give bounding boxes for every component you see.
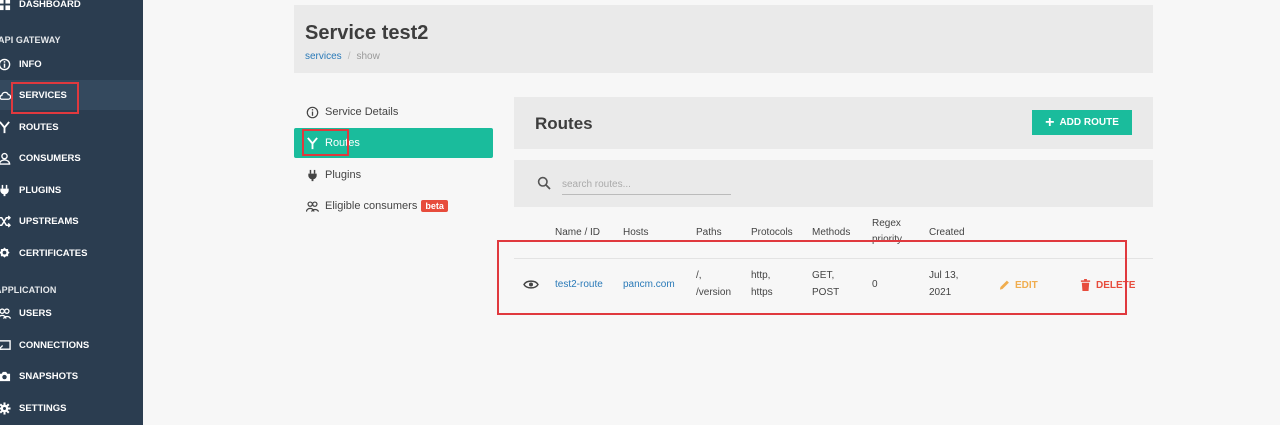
sidebar-item-label: UPSTREAMS: [19, 215, 79, 227]
plug-icon: [0, 183, 11, 197]
sidebar-item-info[interactable]: INFO: [0, 49, 143, 79]
plug-icon: [306, 169, 319, 182]
annotation-box-route-row: [497, 240, 1127, 315]
sidebar-item-label: SETTINGS: [19, 402, 67, 414]
plus-icon: +: [1045, 113, 1055, 131]
sidebar-item-label: PLUGINS: [19, 184, 62, 196]
sidebar-item-certificates[interactable]: CERTIFICATES: [0, 238, 143, 268]
camera-icon: [0, 369, 11, 383]
info-icon: [0, 57, 11, 71]
sidebar-item-connections[interactable]: CONNECTIONS: [0, 330, 143, 360]
dashboard-icon: [0, 0, 11, 11]
breadcrumb-separator: /: [347, 51, 351, 62]
nav-label: Service Details: [325, 106, 399, 118]
nav-label: Eligible consumers: [325, 200, 418, 212]
breadcrumb-link-services[interactable]: services: [305, 51, 342, 62]
user-icon: [0, 151, 11, 165]
sidebar-item-label: CONSUMERS: [19, 152, 81, 164]
sidebar-item-label: USERS: [19, 307, 52, 319]
nav-eligible-consumers[interactable]: Eligible consumers beta: [294, 191, 493, 221]
page-title: Service test2: [305, 22, 429, 44]
certificate-icon: [0, 246, 11, 260]
users-icon: [0, 306, 11, 320]
sidebar-section-application: APPLICATION: [0, 285, 57, 295]
routes-title: Routes: [535, 114, 593, 133]
search-bar: [514, 160, 1153, 207]
sidebar: DASHBOARD API GATEWAY INFO SERVICES ROUT…: [0, 0, 143, 425]
nav-service-details[interactable]: Service Details: [294, 97, 493, 127]
sidebar-item-users[interactable]: USERS: [0, 298, 143, 328]
sidebar-item-label: CONNECTIONS: [19, 339, 90, 351]
sidebar-item-settings[interactable]: SETTINGS: [0, 393, 143, 423]
sidebar-item-routes[interactable]: ROUTES: [0, 112, 143, 142]
col-header-created: Created: [929, 227, 965, 238]
search-input[interactable]: [562, 175, 731, 195]
sidebar-item-dashboard[interactable]: DASHBOARD: [0, 0, 143, 19]
sidebar-item-plugins[interactable]: PLUGINS: [0, 175, 143, 205]
annotation-box-routes-tab: [302, 129, 349, 156]
sidebar-item-consumers[interactable]: CONSUMERS: [0, 143, 143, 173]
breadcrumb-current: show: [356, 51, 380, 62]
nav-label: Plugins: [325, 169, 362, 181]
users-icon: [306, 200, 319, 213]
add-route-label: ADD ROUTE: [1059, 117, 1119, 128]
gear-icon: [0, 401, 11, 415]
routes-header: Routes + ADD ROUTE: [514, 97, 1153, 149]
sidebar-item-upstreams[interactable]: UPSTREAMS: [0, 206, 143, 236]
sidebar-item-snapshots[interactable]: SNAPSHOTS: [0, 361, 143, 391]
breadcrumb: services / show: [305, 51, 380, 62]
info-icon: [306, 106, 319, 119]
col-header-hosts: Hosts: [623, 227, 649, 238]
sidebar-item-label: CERTIFICATES: [19, 247, 88, 259]
routes-icon: [0, 120, 11, 134]
cloud-icon: [0, 88, 11, 102]
nav-plugins[interactable]: Plugins: [294, 160, 493, 190]
sidebar-section-api-gateway: API GATEWAY: [0, 35, 61, 45]
add-route-button[interactable]: + ADD ROUTE: [1032, 110, 1132, 135]
col-header-methods: Methods: [812, 227, 851, 238]
page-header: Service test2 services / show: [294, 5, 1153, 73]
sidebar-item-label: ROUTES: [19, 121, 59, 133]
sidebar-item-label: SNAPSHOTS: [19, 370, 79, 382]
annotation-box-services: [11, 82, 79, 114]
col-header-paths: Paths: [696, 227, 722, 238]
col-header-name: Name / ID: [555, 227, 601, 238]
connections-icon: [0, 338, 11, 352]
shuffle-icon: [0, 214, 11, 228]
beta-badge: beta: [421, 200, 448, 212]
sidebar-item-label: DASHBOARD: [19, 0, 81, 10]
col-header-protocols: Protocols: [751, 227, 793, 238]
sidebar-item-label: INFO: [19, 58, 42, 70]
search-icon: [537, 176, 551, 190]
